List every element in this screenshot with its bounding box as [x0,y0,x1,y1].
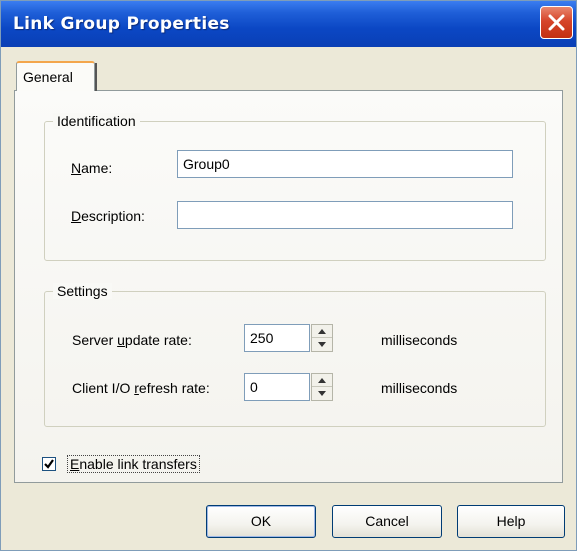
settings-group: Settings Server update rate: millisecond… [44,283,546,427]
name-input[interactable] [177,150,513,178]
tab-general[interactable]: General [16,61,97,91]
identification-group: Identification Name: Description: [44,113,546,261]
ok-button[interactable]: OK [206,505,316,538]
server-update-rate-label: Server update rate: [72,332,192,348]
tab-general-label: General [23,69,73,85]
client-rate-spin-up[interactable] [312,374,332,387]
window-title: Link Group Properties [13,14,230,34]
server-rate-spin-up[interactable] [312,325,332,338]
server-update-rate-spinner [311,324,333,352]
client-refresh-rate-input[interactable] [244,373,310,401]
enable-link-transfers-label[interactable]: Enable link transfers [67,455,200,473]
description-label: Description: [71,208,145,224]
client-rate-spin-down[interactable] [312,387,332,400]
client-refresh-rate-spinner [311,373,333,401]
general-tab-panel: Identification Name: Description: Settin… [14,90,563,483]
name-label: Name: [71,160,113,176]
client-rate-unit: milliseconds [381,380,458,396]
server-rate-unit: milliseconds [381,332,458,348]
close-button[interactable] [540,6,573,39]
tab-divider [95,63,97,91]
help-button[interactable]: Help [457,505,565,538]
settings-legend: Settings [53,283,112,299]
dialog-window: Link Group Properties General Identifica… [0,0,577,551]
identification-legend: Identification [53,113,140,129]
title-bar[interactable]: Link Group Properties [1,1,576,47]
cancel-button[interactable]: Cancel [332,505,442,538]
description-input[interactable] [177,201,513,229]
enable-link-transfers-checkbox[interactable] [42,457,56,471]
server-rate-spin-down[interactable] [312,338,332,351]
server-update-rate-input[interactable] [244,324,310,352]
client-refresh-rate-label: Client I/O refresh rate: [72,380,210,396]
